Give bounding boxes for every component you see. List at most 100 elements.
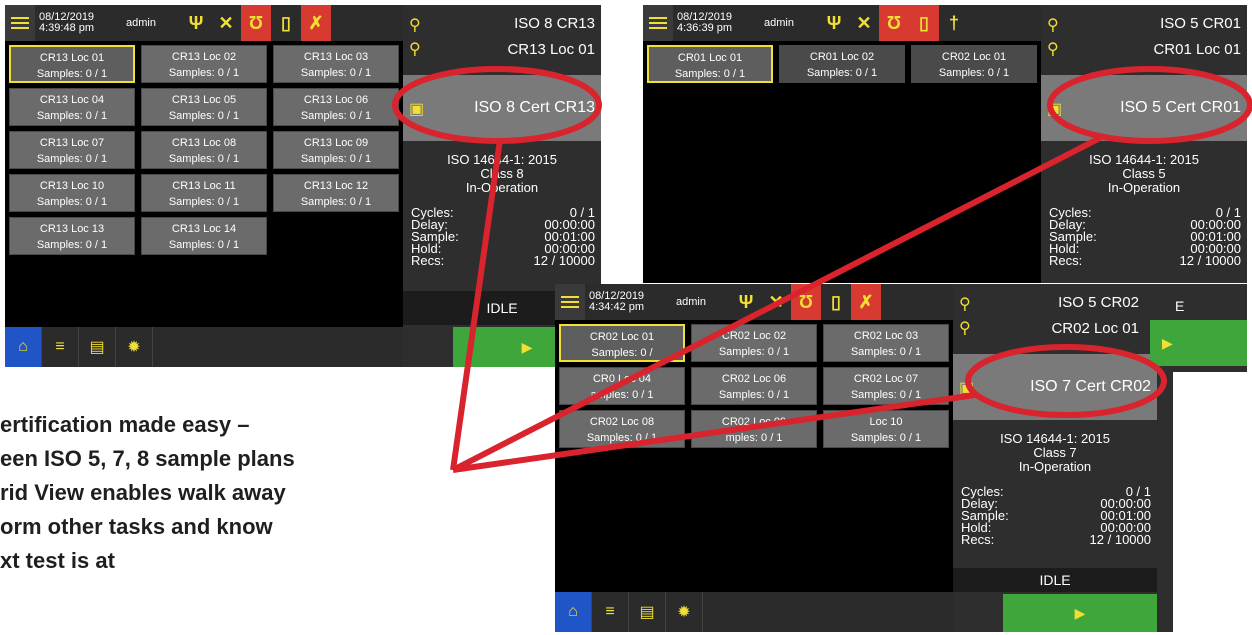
location-cell[interactable]: CR13 Loc 08 Samples: 0 / 1 (141, 131, 267, 169)
usb-icon: Ψ (738, 291, 754, 312)
location-cell[interactable]: CR13 Loc 13 Samples: 0 / 1 (9, 217, 135, 255)
certificate-icon: ▣ (959, 380, 975, 397)
standard-info: ISO 14644-1: 2015 Class 5 In-Operation (1089, 152, 1199, 195)
standard-text: ISO 14644-1: 2015 (447, 152, 557, 167)
home-icon[interactable]: ⌂ (555, 592, 592, 632)
cert-label: ISO 7 Cert CR02 (1030, 378, 1151, 395)
document-icon[interactable]: ▤ (79, 327, 116, 367)
location-cell[interactable]: CR13 Loc 04 Samples: 0 / 1 (9, 88, 135, 126)
play-icon[interactable]: ▶ (1003, 594, 1157, 632)
location-pin-icon: ⚲ (1047, 41, 1059, 58)
datetime: 08/12/2019 4:34:42 pm (589, 290, 645, 313)
standard-info: ISO 14644-1: 2015 Class 7 In-Operation (1000, 431, 1110, 474)
stats-table: Cycles: 0 / 1 Delay: 00:00:00 Sample: 00:01… (1049, 205, 1241, 268)
location-cell[interactable]: CR01 Loc 02 Samples: 0 / 1 (779, 45, 905, 83)
location-cell[interactable]: CR13 Loc 14 Samples: 0 / 1 (141, 217, 267, 255)
bottom-nav: ⌂ ≡ ▤ ✹ (5, 327, 403, 367)
current-location: CR02 Loc 01 (1051, 320, 1139, 337)
probe-icon[interactable]: ✗ (851, 284, 881, 320)
bell-off-icon: ✕ (218, 12, 234, 33)
location-pin-icon: ⚲ (409, 17, 421, 34)
pump-icon[interactable]: Ʊ (241, 5, 271, 41)
cert-label: ISO 8 Cert CR13 (474, 99, 595, 116)
stats-table: Cycles: 0 / 1 Delay: 00:00:00 Sample: 00:01… (961, 484, 1151, 547)
class-text: Class 8 (480, 166, 524, 181)
list-icon[interactable]: ≡ (592, 592, 629, 632)
document-icon[interactable]: ▤ (629, 592, 666, 632)
list-icon[interactable]: ≡ (42, 327, 79, 367)
location-cell[interactable]: CR02 Loc 09 mples: 0 / 1 (691, 410, 817, 448)
stats-table: Cycles: 0 / 1 Delay: 00:00:00 Sample: 00:01… (411, 205, 595, 268)
location-cell[interactable]: CR13 Loc 03 Samples: 0 / 1 (273, 45, 399, 83)
location-cell[interactable]: CR13 Loc 11 Samples: 0 / 1 (141, 174, 267, 212)
caption-line: ertification made easy – (0, 412, 250, 437)
status-label: IDLE (953, 568, 1157, 592)
datetime: 08/12/2019 4:39:48 pm (35, 12, 101, 34)
usb-icon: Ψ (188, 12, 204, 33)
cert-button[interactable]: ▣ ISO 7 Cert CR02 (953, 354, 1157, 420)
play-icon[interactable]: ▶ (1150, 320, 1247, 366)
location-cell[interactable]: CR02 Loc 06 Samples: 0 / 1 (691, 367, 817, 405)
location-cell[interactable]: CR01 Loc 01 Samples: 0 / 1 (647, 45, 773, 83)
location-cell[interactable]: CR02 Loc 03 Samples: 0 / 1 (823, 324, 949, 362)
top-bar: 08/12/2019 4:39:48 pm admin Ψ ✕ Ʊ ▯ ✗ (5, 5, 403, 41)
caption-line: orm other tasks and know (0, 514, 273, 539)
top-bar: 08/12/2019 4:36:39 pm admin Ψ ✕ Ʊ ▯ † (643, 5, 1041, 41)
info-sidebar: ⚲ ISO 5 CR02 ⚲ CR02 Loc 01 ▣ ISO 7 Cert … (953, 284, 1173, 632)
location-pin-icon: ⚲ (959, 296, 971, 313)
feature-caption: ertification made easy – een ISO 5, 7, 8… (0, 408, 470, 578)
user-label: admin (764, 17, 794, 29)
location-cell[interactable]: CR13 Loc 02 Samples: 0 / 1 (141, 45, 267, 83)
home-icon[interactable]: ⌂ (5, 327, 42, 367)
bottom-nav: ⌂ ≡ ▤ ✹ (555, 592, 953, 632)
standard-info: ISO 14644-1: 2015 Class 8 In-Operation (403, 153, 601, 195)
usb-icon: Ψ (826, 12, 842, 33)
room-title: ISO 8 CR13 (514, 15, 595, 32)
location-cell[interactable]: CR02 Loc 08 Samples: 0 / 1 (559, 410, 685, 448)
gear-icon[interactable]: ✹ (116, 327, 153, 367)
location-cell[interactable]: CR13 Loc 09 Samples: 0 / 1 (273, 131, 399, 169)
location-cell[interactable]: CR13 Loc 06 Samples: 0 / 1 (273, 88, 399, 126)
gear-icon[interactable]: ✹ (666, 592, 703, 632)
pump-icon[interactable]: Ʊ (879, 5, 909, 41)
menu-icon[interactable] (555, 284, 585, 320)
cert-button[interactable]: ▣ ISO 5 Cert CR01 (1041, 75, 1247, 141)
cert-button[interactable]: ▣ ISO 8 Cert CR13 (403, 75, 601, 141)
location-cell[interactable]: CR13 Loc 10 Samples: 0 / 1 (9, 174, 135, 212)
current-location: CR01 Loc 01 (1153, 41, 1241, 58)
screen-b: 08/12/2019 4:36:39 pm admin Ψ ✕ Ʊ ▯ † CR0… (643, 5, 1247, 283)
room-title: ISO 5 CR02 (1058, 294, 1139, 311)
probe-icon[interactable]: † (939, 5, 969, 41)
bell-off-icon: ✕ (856, 12, 872, 33)
battery-icon: ▯ (909, 5, 939, 41)
certificate-icon: ▣ (409, 101, 425, 118)
location-cell[interactable]: CR13 Loc 05 Samples: 0 / 1 (141, 88, 267, 126)
location-cell[interactable]: CR02 Loc 01 Samples: 0 / 1 (911, 45, 1037, 83)
location-cell[interactable]: CR13 Loc 07 Samples: 0 / 1 (9, 131, 135, 169)
certificate-icon: ▣ (1047, 101, 1063, 118)
cert-label: ISO 5 Cert CR01 (1120, 99, 1241, 116)
menu-icon[interactable] (643, 5, 673, 41)
location-cell[interactable]: CR0 Loc 04 amples: 0 / 1 (559, 367, 685, 405)
room-title: ISO 5 CR01 (1160, 15, 1241, 32)
location-cell[interactable]: Loc 10 Samples: 0 / 1 (823, 410, 949, 448)
pump-icon[interactable]: Ʊ (791, 284, 821, 320)
location-cell[interactable]: CR02 Loc 07 Samples: 0 / 1 (823, 367, 949, 405)
screen-b-status-peek: E (1175, 298, 1185, 314)
datetime: 08/12/2019 4:36:39 pm (677, 11, 733, 34)
current-location: CR13 Loc 01 (507, 41, 595, 58)
location-cell[interactable]: CR13 Loc 01 Samples: 0 / 1 (9, 45, 135, 83)
screen-c: 08/12/2019 4:34:42 pm admin Ψ ✕ Ʊ ▯ ✗ CR0… (555, 284, 1173, 632)
user-label: admin (126, 17, 156, 29)
location-pin-icon: ⚲ (959, 320, 971, 337)
location-cell[interactable]: CR02 Loc 02 Samples: 0 / 1 (691, 324, 817, 362)
bell-off-icon: ✕ (768, 291, 784, 312)
menu-icon[interactable] (5, 5, 35, 41)
screen-a: 08/12/2019 4:39:48 pm admin Ψ ✕ Ʊ ▯ ✗ CR1… (5, 5, 601, 367)
probe-icon[interactable]: ✗ (301, 5, 331, 41)
user-label: admin (676, 296, 706, 308)
mode-text: In-Operation (465, 180, 539, 195)
location-cell[interactable]: CR02 Loc 01 Samples: 0 / (559, 324, 685, 362)
location-cell[interactable]: CR13 Loc 12 Samples: 0 / 1 (273, 174, 399, 212)
caption-line: een ISO 5, 7, 8 sample plans (0, 446, 295, 471)
